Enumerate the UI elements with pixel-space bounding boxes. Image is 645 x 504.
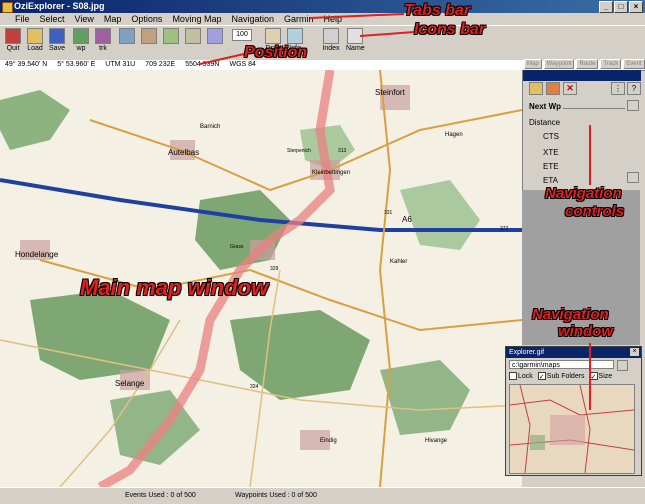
annotation-arrows — [199, 13, 591, 410]
